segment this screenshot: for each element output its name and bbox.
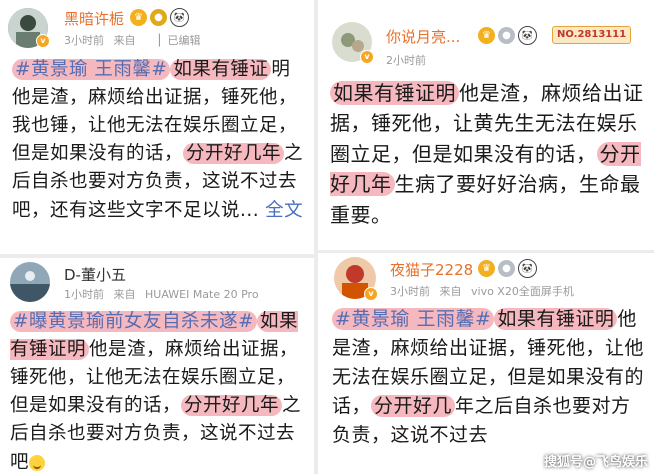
post-time: 1小时前 [64, 288, 104, 301]
post-meta: 3小时前 来自 vivo X20全面屏手机 [390, 283, 580, 299]
post-meta: 2小时前 [386, 52, 432, 68]
silver-medal-badge-icon: ● [498, 260, 515, 277]
username[interactable]: 你说月亮... [386, 26, 460, 47]
panda-badge-icon: 🐼 [518, 26, 537, 45]
post-device: HUAWEI Mate 20 Pro [145, 288, 259, 301]
post-source: 来自 [113, 288, 136, 301]
topic-tag[interactable]: #曝黄景瑜前女友自杀未遂# [10, 311, 258, 332]
verified-icon: v [360, 50, 374, 64]
post-body: #曝黄景瑜前女友自杀未遂# 如果有锤证明 他是渣，麻烦给出证据，锤死他，让他无法在娱… [10, 308, 310, 474]
post-body: #黄景瑜 王雨馨# 如果有锤证明 他是渣，麻烦给出证据，锤死他，让他无法在娱乐圈立足… [332, 305, 650, 449]
gold-medal-badge-icon: ● [150, 9, 167, 26]
highlight-text: 如果有锤证明 [330, 81, 459, 105]
avatar[interactable] [10, 262, 50, 302]
watermark: 搜狐号@飞鸟娱乐 [543, 455, 648, 470]
topic-tag[interactable]: #黄景瑜 王雨馨# [12, 59, 171, 80]
edited-label: ▏已编辑 [159, 34, 201, 47]
badge-row: ♛ ● 🐼 [130, 8, 189, 27]
post-time: 2小时前 [386, 54, 426, 67]
highlight-text: 如果有锤证 [170, 59, 272, 80]
level-badge-icon: ♛ [478, 260, 495, 277]
username[interactable]: 夜猫子2228 [390, 259, 473, 280]
topic-tag[interactable]: #黄景瑜 王雨馨# [332, 308, 495, 330]
post-source: 来自 [439, 285, 462, 298]
post-time: 3小时前 [64, 34, 104, 47]
post-body: #黄景瑜 王雨馨# 如果有锤证 明他是渣，麻烦给出证据，锤死他，我也锤，让他无法在娱… [12, 56, 304, 225]
number-badge: NO.2813111 [552, 26, 632, 44]
silver-medal-badge-icon: ● [498, 27, 515, 44]
post-meta: 1小时前 来自 HUAWEI Mate 20 Pro [64, 286, 265, 302]
post-device: vivo X20全面屏手机 [471, 285, 574, 298]
post-card-3: D-董小五 1小时前 来自 HUAWEI Mate 20 Pro #曝黄景瑜前女… [0, 258, 314, 474]
panda-badge-icon: 🐼 [518, 259, 537, 278]
smile-emoji-icon [29, 454, 46, 471]
post-card-2: v 你说月亮... ♛ ● 🐼 NO.2813111 2小时前 如果有锤证明 他是… [318, 0, 654, 250]
level-badge-icon: ♛ [130, 9, 147, 26]
panda-badge-icon: 🐼 [170, 8, 189, 27]
highlight-text: 分开好几 [371, 394, 456, 417]
post-body: 如果有锤证明 他是渣，麻烦给出证据，锤死他，让黄先生无法在娱乐圈立足，但是如果没有… [330, 78, 652, 230]
highlight-text: 分开好几年 [183, 143, 285, 165]
username[interactable]: D-董小五 [64, 264, 126, 285]
post-card-4: v 夜猫子2228 ♛ ● 🐼 3小时前 来自 vivo X20全面屏手机 #黄… [318, 253, 654, 474]
post-card-1: v 黑暗许栀 ♛ ● 🐼 3小时前 来自 ▏已编辑 #黄景瑜 王雨馨# 如果有锤证… [0, 0, 314, 254]
post-source: 来自 [113, 34, 136, 47]
badge-row: ♛ ● 🐼 [478, 26, 537, 45]
verified-icon: v [36, 34, 50, 48]
full-text-link[interactable]: 全文 [265, 200, 303, 221]
highlight-text: 分开好几年 [181, 395, 283, 417]
badge-row: ♛ ● 🐼 [478, 259, 537, 278]
highlight-text: 如果有锤证明 [494, 308, 618, 330]
username[interactable]: 黑暗许栀 [64, 8, 124, 29]
verified-icon: v [364, 287, 378, 301]
post-meta: 3小时前 来自 ▏已编辑 [64, 32, 212, 48]
post-time: 3小时前 [390, 285, 430, 298]
level-badge-icon: ♛ [478, 27, 495, 44]
